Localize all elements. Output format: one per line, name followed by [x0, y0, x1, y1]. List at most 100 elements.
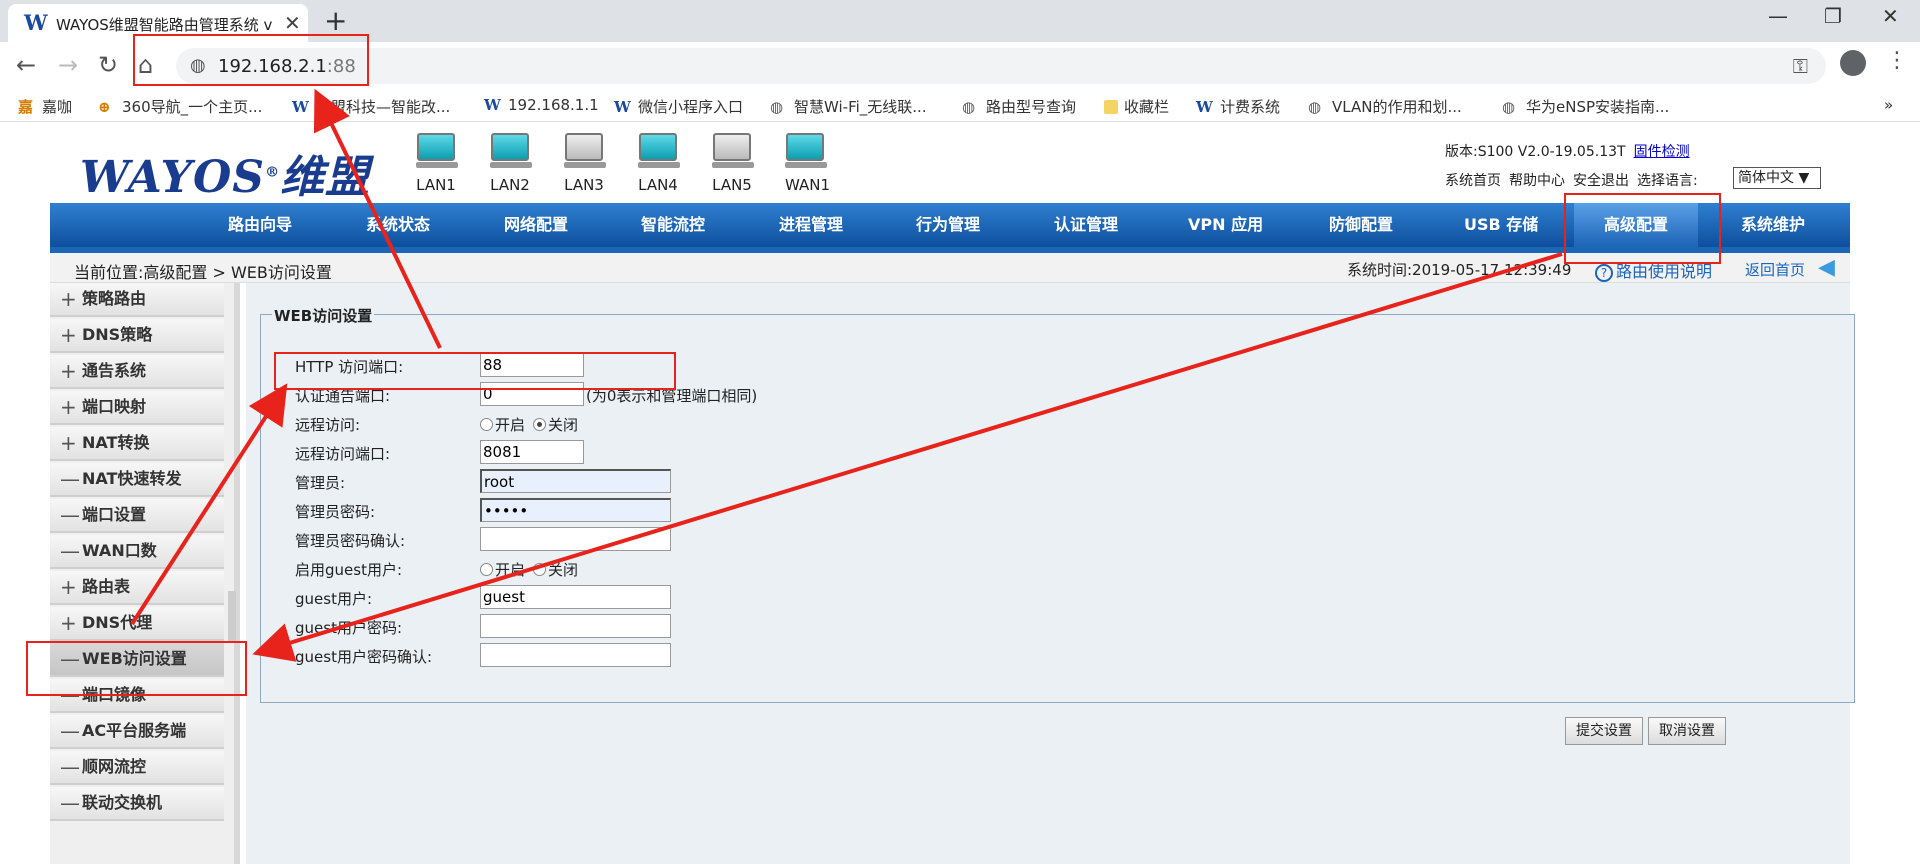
guest-user-input[interactable]: [480, 585, 671, 609]
nav-item-auth-mgmt[interactable]: 认证管理: [1054, 203, 1118, 247]
cancel-button[interactable]: 取消设置: [1648, 717, 1726, 745]
nav-item-network-config[interactable]: 网络配置: [504, 203, 568, 247]
bookmark-icon: ◍: [1502, 98, 1516, 116]
bookmark-item[interactable]: 嘉嘉咖: [18, 96, 72, 117]
port-label: LAN1: [416, 176, 456, 194]
remote-access-label: 远程访问:: [295, 416, 361, 434]
sidebar-item-dns-policy[interactable]: + DNS策略: [50, 319, 224, 353]
profile-avatar-icon[interactable]: [1840, 50, 1866, 76]
close-tab-icon[interactable]: ✕: [284, 11, 301, 35]
sidebar-item-port-settings[interactable]: — 端口设置: [50, 499, 224, 533]
guest-password-confirm-input[interactable]: [480, 643, 671, 667]
bookmark-item[interactable]: W 计费系统: [1196, 96, 1280, 117]
sidebar-item-nat-fast-forward[interactable]: — NAT快速转发: [50, 463, 224, 497]
more-bookmarks-icon[interactable]: »: [1884, 96, 1893, 114]
submit-button[interactable]: 提交设置: [1565, 717, 1643, 745]
language-select[interactable]: 简体中文 ▼: [1733, 167, 1821, 189]
admin-password-confirm-input[interactable]: [480, 527, 671, 551]
back-icon[interactable]: ←: [16, 51, 36, 79]
sidebar-item-dns-proxy[interactable]: + DNS代理: [50, 607, 224, 641]
sidebar-item-nat[interactable]: + NAT转换: [50, 427, 224, 461]
sidebar-collapse-handle[interactable]: [228, 591, 236, 641]
system-time: 系统时间:2019-05-17 12:39:49: [1347, 261, 1572, 279]
radio-label: 关闭: [548, 561, 579, 579]
new-tab-icon[interactable]: +: [324, 4, 347, 37]
port-label: LAN5: [712, 176, 752, 194]
sidebar-item-label: WAN口数: [82, 541, 157, 560]
bookmark-label: 收藏栏: [1124, 98, 1170, 116]
sidebar-item-shunwang-qos[interactable]: — 顺网流控: [50, 751, 224, 785]
logout-link[interactable]: 安全退出: [1573, 173, 1629, 189]
address-bar[interactable]: ◍ 192.168.2.1:88 ⚿: [176, 48, 1826, 84]
guest-off-radio[interactable]: 关闭: [533, 559, 578, 580]
minimize-icon[interactable]: —: [1768, 4, 1788, 28]
firmware-version: 版本:S100 V2.0-19.05.13T 固件检测: [1445, 141, 1690, 161]
nav-item-process-mgmt[interactable]: 进程管理: [779, 203, 843, 247]
bookmark-item[interactable]: ◍ 智慧Wi-Fi_无线联...: [770, 96, 927, 117]
version-text: 版本:S100 V2.0-19.05.13T: [1445, 144, 1626, 160]
reload-icon[interactable]: ↻: [98, 51, 118, 79]
sidebar-item-ac-server[interactable]: — AC平台服务端: [50, 715, 224, 749]
bookmark-item[interactable]: ◍ 路由型号查询: [962, 96, 1076, 117]
nav-item-behavior-mgmt[interactable]: 行为管理: [916, 203, 980, 247]
nav-item-defense[interactable]: 防御配置: [1329, 203, 1393, 247]
annotation-box-http-port: [274, 352, 676, 390]
forward-icon[interactable]: →: [58, 51, 78, 79]
sidebar-item-notice-system[interactable]: + 通告系统: [50, 355, 224, 389]
sidebar-item-wan-count[interactable]: — WAN口数: [50, 535, 224, 569]
expand-icon: +: [60, 611, 77, 635]
language-label: 选择语言:: [1637, 173, 1698, 189]
nav-item-system-maintenance[interactable]: 系统维护: [1741, 203, 1805, 247]
nav-item-vpn[interactable]: VPN 应用: [1188, 203, 1263, 247]
system-home-link[interactable]: 系统首页: [1445, 173, 1501, 189]
guest-password-label: guest用户密码:: [295, 619, 403, 637]
firmware-check-link[interactable]: 固件检测: [1634, 144, 1690, 160]
bookmark-item[interactable]: ◍ VLAN的作用和划...: [1308, 96, 1462, 117]
nav-item-system-status[interactable]: 系统状态: [366, 203, 430, 247]
browser-menu-icon[interactable]: ⋮: [1886, 48, 1908, 73]
annotation-box-nav: [1564, 193, 1721, 264]
bookmark-item[interactable]: ◍ 华为eNSP安装指南...: [1502, 96, 1669, 117]
port-status-lan2: LAN2: [490, 133, 532, 194]
remote-off-radio[interactable]: 关闭: [533, 414, 578, 435]
bookmark-icon: W: [1196, 98, 1213, 116]
sidebar-item-policy-routing[interactable]: + 策略路由: [50, 283, 224, 317]
back-arrow-icon[interactable]: ◀: [1818, 255, 1835, 280]
expand-icon: +: [60, 431, 77, 455]
port-on-icon: [491, 133, 529, 161]
restore-icon[interactable]: ❐: [1824, 4, 1842, 28]
nav-item-smart-qos[interactable]: 智能流控: [641, 203, 705, 247]
sidebar-item-linked-switch[interactable]: — 联动交换机: [50, 787, 224, 821]
bookmark-item[interactable]: ⊕ 360导航_一个主页...: [98, 96, 262, 117]
remote-port-input[interactable]: [480, 440, 584, 464]
expand-icon: +: [60, 287, 77, 311]
close-window-icon[interactable]: ✕: [1882, 4, 1899, 28]
help-label: 路由使用说明: [1616, 262, 1713, 281]
bookmark-label: 360导航_一个主页...: [122, 98, 263, 116]
help-icon: ?: [1595, 264, 1613, 282]
bookmark-item[interactable]: W 192.168.1.1: [484, 96, 599, 114]
admin-input[interactable]: [480, 469, 671, 493]
sidebar-item-label: 端口设置: [82, 505, 147, 524]
bookmark-folder[interactable]: 收藏栏: [1104, 96, 1169, 117]
remote-on-radio[interactable]: 开启: [480, 414, 525, 435]
sidebar-item-label: 通告系统: [82, 361, 147, 380]
bookmark-label: 维盟科技—智能改...: [316, 98, 451, 116]
sidebar-item-port-mapping[interactable]: + 端口映射: [50, 391, 224, 425]
logo-text-cn: 维盟: [280, 152, 371, 203]
port-label: LAN4: [638, 176, 678, 194]
guest-password-input[interactable]: [480, 614, 671, 638]
nav-item-router-wizard[interactable]: 路由向导: [228, 203, 292, 247]
nav-item-usb[interactable]: USB 存储: [1464, 203, 1538, 247]
sidebar-item-routing-table[interactable]: + 路由表: [50, 571, 224, 605]
bookmark-item[interactable]: W 维盟科技—智能改...: [292, 96, 450, 117]
bookmark-label: 计费系统: [1220, 98, 1281, 116]
bookmark-label: VLAN的作用和划...: [1332, 98, 1462, 116]
back-home-link[interactable]: 返回首页: [1745, 259, 1805, 280]
help-center-link[interactable]: 帮助中心: [1509, 173, 1565, 189]
bookmark-item[interactable]: W 微信小程序入口: [614, 96, 743, 117]
guest-on-radio[interactable]: 开启: [480, 559, 525, 580]
sidebar: + 策略路由 + DNS策略 + 通告系统 + 端口映射 + NAT转换 — NAT快速转发…: [50, 283, 240, 864]
admin-password-input[interactable]: [480, 498, 671, 522]
key-icon[interactable]: ⚿: [1793, 54, 1808, 78]
